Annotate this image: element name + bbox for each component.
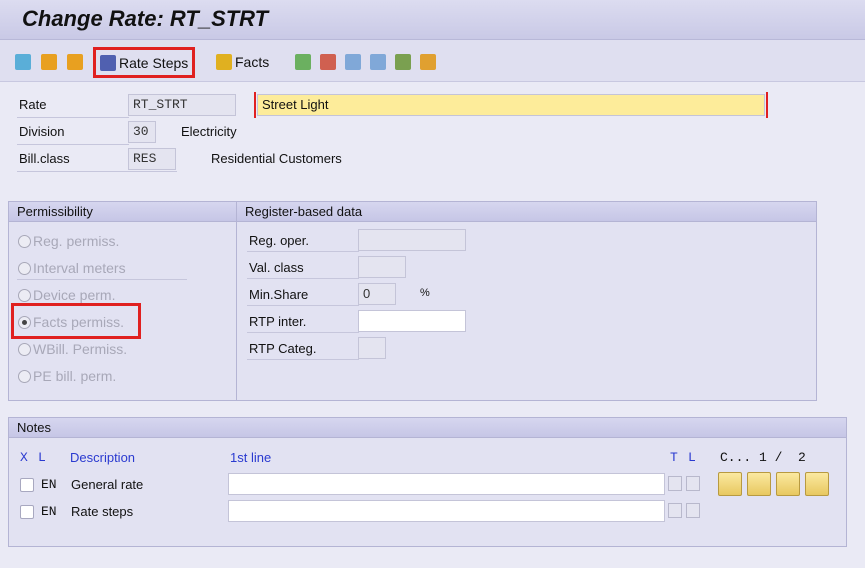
row-lang: EN xyxy=(41,477,57,492)
col-t: T xyxy=(670,450,678,465)
val-class-label: Val. class xyxy=(249,260,304,275)
row-lang: EN xyxy=(41,504,57,519)
row-t-flag[interactable] xyxy=(668,503,682,518)
radio-pe-bill-perm[interactable]: PE bill. perm. xyxy=(18,368,116,384)
rtp-inter-label: RTP inter. xyxy=(249,314,307,329)
transfer-icon[interactable] xyxy=(747,472,771,496)
division-field: 30 xyxy=(128,121,156,143)
division-text: Electricity xyxy=(181,124,237,139)
register-header: Register-based data xyxy=(237,202,816,222)
radio-device-perm[interactable]: Device perm. xyxy=(18,287,115,303)
pager: C... 1 / 2 xyxy=(720,450,806,465)
notes-header: Notes xyxy=(9,418,846,438)
billclass-label: Bill.class xyxy=(19,151,70,166)
row-checkbox[interactable] xyxy=(20,505,34,519)
reg-oper-label: Reg. oper. xyxy=(249,233,309,248)
radio-interval-meters[interactable]: Interval meters xyxy=(18,260,126,276)
landscape-icon[interactable] xyxy=(805,472,829,496)
paste-document-icon[interactable] xyxy=(370,54,386,70)
billclass-text: Residential Customers xyxy=(211,151,342,166)
copy-icon[interactable] xyxy=(41,54,57,70)
structure-icon[interactable] xyxy=(420,54,436,70)
rate-description-input[interactable]: Street Light xyxy=(257,94,765,116)
col-x: X xyxy=(20,450,28,465)
rate-label: Rate xyxy=(19,97,47,112)
radio-facts-permiss[interactable]: Facts permiss. xyxy=(18,314,124,330)
rtp-categ-label: RTP Categ. xyxy=(249,341,317,356)
hierarchy-icon[interactable] xyxy=(395,54,411,70)
min-share-label: Min.Share xyxy=(249,287,309,302)
insert-row-icon[interactable] xyxy=(295,54,311,70)
rate-steps-button[interactable]: Rate Steps xyxy=(93,47,196,78)
facts-icon xyxy=(216,54,232,70)
row-l-flag[interactable] xyxy=(686,503,700,518)
division-label: Division xyxy=(19,124,65,139)
val-class-field xyxy=(358,256,406,278)
facts-label: Facts xyxy=(235,54,270,70)
columns-icon[interactable] xyxy=(776,472,800,496)
other-object-icon[interactable] xyxy=(67,54,83,70)
rate-steps-label: Rate Steps xyxy=(119,54,189,71)
row-t-flag[interactable] xyxy=(668,476,682,491)
row-l-flag[interactable] xyxy=(686,476,700,491)
row-first-line-input[interactable] xyxy=(228,500,665,522)
edit-note-icon[interactable] xyxy=(718,472,742,496)
row-description: Rate steps xyxy=(71,504,134,519)
col-l2: L xyxy=(688,450,696,465)
rtp-inter-input[interactable] xyxy=(358,310,466,332)
rtp-categ-field xyxy=(358,337,386,359)
col-description: Description xyxy=(70,450,136,465)
rate-steps-icon xyxy=(100,54,116,71)
radio-reg-permiss[interactable]: Reg. permiss. xyxy=(18,233,119,249)
row-description: General rate xyxy=(71,477,144,492)
row-first-line-input[interactable] xyxy=(228,473,665,495)
min-share-field: 0 xyxy=(358,283,396,305)
min-share-unit: % xyxy=(420,287,430,299)
col-first-line: 1st line xyxy=(230,450,272,465)
delete-row-icon[interactable] xyxy=(320,54,336,70)
permissibility-header: Permissibility xyxy=(9,202,236,222)
col-l: L xyxy=(38,450,46,465)
rate-field: RT_STRT xyxy=(128,94,236,116)
page-title: Change Rate: RT_STRT xyxy=(22,6,269,31)
register-group: Register-based data xyxy=(236,201,817,401)
billclass-field: RES xyxy=(128,148,176,170)
reg-oper-field xyxy=(358,229,466,251)
copy-document-icon[interactable] xyxy=(345,54,361,70)
row-checkbox[interactable] xyxy=(20,478,34,492)
facts-button[interactable]: Facts xyxy=(216,52,269,72)
radio-wbill-permiss[interactable]: WBill. Permiss. xyxy=(18,341,127,357)
display-change-icon[interactable] xyxy=(15,54,31,70)
